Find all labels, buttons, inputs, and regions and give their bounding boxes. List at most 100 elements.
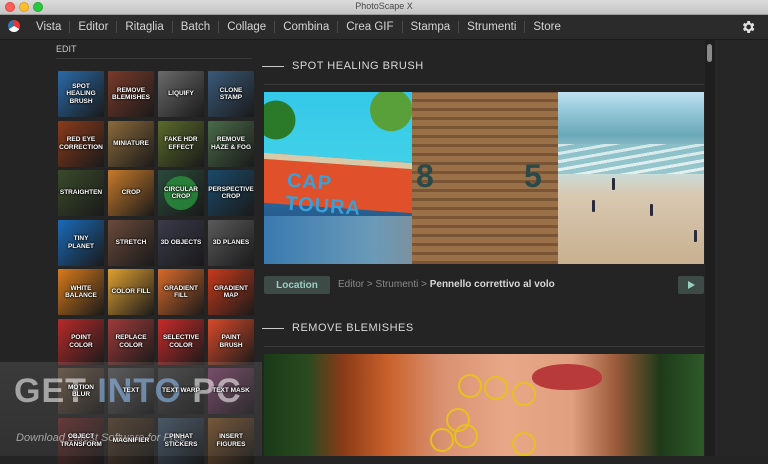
tool-tile[interactable]: White Balance [58, 269, 104, 315]
menu-item[interactable]: Combina [274, 21, 337, 33]
tool-tile-label: Color Fill [111, 288, 151, 296]
scrollbar-thumb[interactable] [707, 44, 712, 62]
menu-item[interactable]: Ritaglia [116, 21, 171, 33]
tool-tile[interactable]: Object Transform [58, 417, 104, 464]
play-video-button[interactable] [678, 276, 704, 294]
tool-tile-label: Straighten [59, 189, 103, 197]
location-row: Location Editor > Strumenti > Pennello c… [264, 276, 704, 294]
tool-tile[interactable]: Red Eye Correction [58, 120, 104, 167]
tool-tile[interactable]: Selective Color [158, 318, 204, 365]
tool-tile-label: 3D Planes [212, 238, 250, 246]
tool-tile-label: White Balance [65, 284, 97, 300]
tool-tile-label: Red Eye Correction [59, 136, 103, 151]
tool-tile-label: Magnifier [112, 436, 150, 444]
content-scrollbar[interactable] [705, 40, 715, 456]
tool-tile[interactable]: Gradient Map [208, 269, 254, 315]
menu-item[interactable]: Store [524, 21, 569, 33]
tool-tile[interactable]: Crop [108, 170, 154, 216]
tool-tile-label: Tiny Planet [68, 235, 94, 250]
tool-tile[interactable]: Gradient Fill [158, 269, 204, 315]
tool-tile-label: Stretch [115, 238, 147, 246]
tool-tile-label: 3D Objects [160, 238, 202, 246]
remove-blemishes-example-image [264, 354, 704, 456]
beach-photo [558, 92, 704, 264]
right-margin [715, 40, 768, 456]
tool-tile[interactable]: Fake HDR Effect [158, 120, 204, 167]
tool-tile-label: Object Transform [60, 433, 102, 448]
tool-tile-label: Circular Crop [164, 185, 198, 201]
divider [56, 58, 252, 59]
spot-healing-header: SPOT HEALING BRUSH [262, 58, 424, 74]
breadcrumb: Editor > Strumenti > Pennello correttivo… [338, 279, 555, 290]
remove-blemishes-header: REMOVE BLEMISHES [262, 320, 414, 336]
tool-tile[interactable]: Liquify [158, 71, 204, 117]
tool-tile[interactable]: Text [108, 368, 154, 414]
help-content: SPOT HEALING BRUSH CAP TOURA 8 5 Locatio… [262, 40, 708, 456]
tool-tile-label: Point Color [69, 334, 93, 349]
tool-tile-label: Selective Color [162, 334, 200, 349]
tool-tile-label: Pinhat Stickers [164, 433, 198, 448]
app-logo-icon[interactable] [8, 20, 20, 32]
tool-tile[interactable]: Magnifier [108, 417, 154, 464]
tool-tile-label: Fake HDR Effect [164, 136, 198, 151]
tool-tile[interactable]: Motion Blur [58, 368, 104, 414]
tool-tile-label: Crop [121, 189, 141, 197]
tool-tile[interactable]: Remove Blemishes [108, 71, 154, 117]
menu-item[interactable]: Strumenti [458, 21, 524, 33]
tool-tile-label: Text [122, 387, 140, 395]
tool-tile-label: Gradient Fill [164, 284, 198, 300]
top-menubar: Vista Editor Ritaglia Batch Collage Combina Cr… [0, 15, 768, 40]
menu-item[interactable]: Vista [28, 21, 69, 33]
tool-tile-label: Liquify [168, 90, 194, 98]
tool-tile-label: Motion Blur [68, 383, 94, 399]
tool-tile[interactable]: Circular Crop [158, 170, 204, 216]
tool-tile-label: Gradient Map [214, 284, 248, 300]
main-menu: Vista Editor Ritaglia Batch Collage Combina Cr… [28, 15, 569, 39]
tool-tile-label: Text Mask [212, 387, 250, 395]
tool-tile-label: Clone Stamp [219, 86, 243, 102]
tool-tile-label: Paint Brush [219, 334, 243, 349]
edit-panel: EDIT Spot Healing Brush Remove Blemishes L… [0, 40, 262, 464]
tool-tile[interactable]: Text Warp [158, 368, 204, 414]
tool-tile[interactable]: Tiny Planet [58, 219, 104, 266]
tool-tile-label: Perspective Crop [208, 185, 254, 201]
window-titlebar: PhotoScape X [0, 0, 768, 15]
menu-item[interactable]: Stampa [401, 21, 459, 33]
tool-grid: Spot Healing Brush Remove Blemishes Liquif… [58, 71, 254, 464]
tool-tile[interactable]: 3D Objects [158, 219, 204, 266]
tool-tile[interactable]: Straighten [58, 170, 104, 216]
tool-tile-label: Miniature [113, 139, 149, 147]
wood-number: 8 [416, 158, 434, 194]
tool-tile[interactable]: Replace Color [108, 318, 154, 365]
tool-tile[interactable]: Color Fill [108, 269, 154, 315]
tool-tile[interactable]: Text Mask [208, 368, 254, 414]
tool-tile[interactable]: Pinhat Stickers [158, 417, 204, 464]
tool-tile-label: Insert Figures [216, 433, 246, 448]
tool-tile-label: Remove Haze & Fog [210, 136, 252, 151]
tool-tile-label: Remove Blemishes [112, 86, 150, 102]
tool-tile[interactable]: Spot Healing Brush [58, 71, 104, 117]
tool-tile[interactable]: Paint Brush [208, 318, 254, 365]
tool-tile-label: Replace Color [115, 334, 147, 349]
play-icon [688, 281, 695, 289]
menu-item[interactable]: Batch [171, 21, 218, 33]
tool-tile[interactable]: Point Color [58, 318, 104, 365]
boat-photo: CAP TOURA [264, 92, 412, 264]
menu-item[interactable]: Editor [69, 21, 116, 33]
tool-tile[interactable]: 3D Planes [208, 219, 254, 266]
menu-item[interactable]: Crea GIF [337, 21, 401, 33]
menu-item[interactable]: Collage [218, 21, 274, 33]
window-title: PhotoScape X [355, 1, 413, 11]
spot-healing-example-image: CAP TOURA 8 5 [264, 92, 704, 264]
tool-tile[interactable]: Remove Haze & Fog [208, 120, 254, 167]
tool-tile-label: Text Warp [162, 387, 200, 395]
location-button[interactable]: Location [264, 276, 330, 294]
divider [264, 346, 704, 347]
tool-tile[interactable]: Miniature [108, 120, 154, 167]
tool-tile[interactable]: Perspective Crop [208, 170, 254, 216]
tool-tile[interactable]: Clone Stamp [208, 71, 254, 117]
tool-tile[interactable]: Insert Figures [208, 417, 254, 464]
tool-tile[interactable]: Stretch [108, 219, 154, 266]
gear-icon[interactable] [740, 19, 756, 35]
wood-number: 5 [524, 158, 542, 194]
